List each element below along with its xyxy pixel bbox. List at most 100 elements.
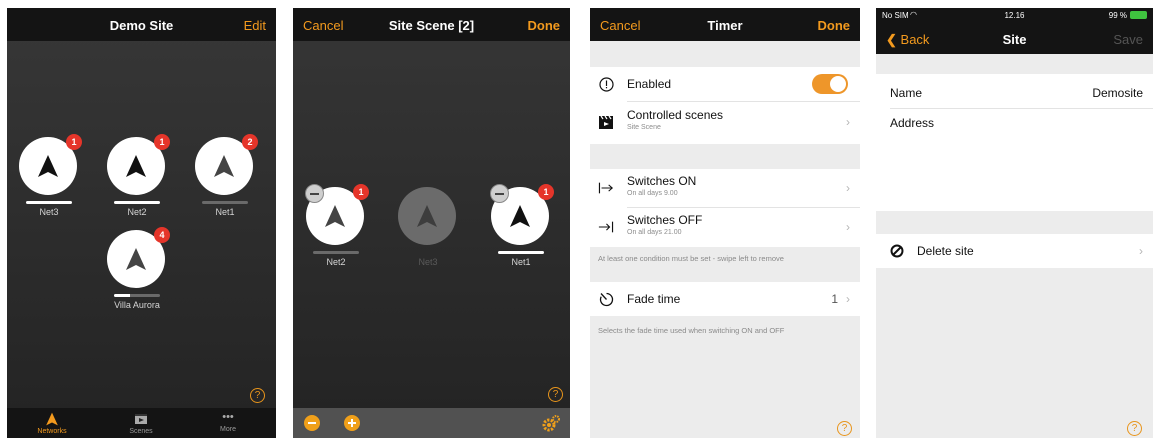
condition-note: At least one condition must be set - swi… xyxy=(598,254,784,263)
network-node-net3[interactable]: 1 Net3 xyxy=(19,134,82,227)
level-bar xyxy=(26,201,72,204)
scene-toolbar xyxy=(293,408,570,438)
badge-count: 1 xyxy=(66,134,82,150)
help-icon[interactable]: ? xyxy=(548,387,563,402)
tab-scenes[interactable]: Scenes xyxy=(111,412,171,435)
battery-text: 99 % xyxy=(1108,11,1127,20)
delete-site-row[interactable]: Delete site › xyxy=(876,234,1153,268)
remove-button[interactable] xyxy=(490,184,509,203)
timer-settings-group: Enabled Controlled scenes Site Scene › xyxy=(590,67,860,144)
page-title: Demo Site xyxy=(109,18,174,33)
scene-node-net2[interactable]: 1 Net2 xyxy=(305,184,369,277)
chevron-right-icon: › xyxy=(846,220,850,234)
network-circle[interactable] xyxy=(398,187,456,245)
level-bar xyxy=(114,294,160,297)
switches-on-row[interactable]: Switches ON On all days 9.00 › xyxy=(590,171,860,205)
network-icon xyxy=(46,412,58,426)
fade-time-value: 1 xyxy=(831,292,838,306)
network-node-net1[interactable]: 2 Net1 xyxy=(195,134,258,227)
badge-count: 2 xyxy=(242,134,258,150)
network-arrow-icon xyxy=(325,205,345,227)
level-bar xyxy=(114,201,160,204)
badge-count: 1 xyxy=(353,184,369,200)
site-scene-screen: Cancel Site Scene [2] Done 1 Net2 Net3 1… xyxy=(293,8,570,438)
tab-label: Scenes xyxy=(129,428,153,435)
decrease-button[interactable] xyxy=(304,415,320,431)
network-label: Net3 xyxy=(418,257,438,267)
fade-time-label: Fade time xyxy=(627,292,681,306)
network-arrow-icon xyxy=(510,205,530,227)
tab-label: More xyxy=(220,426,236,433)
site-networks-screen: Demo Site Edit 1 Net3 1 Net2 2 Net1 4 Vi… xyxy=(7,8,276,438)
badge-count: 1 xyxy=(154,134,170,150)
network-arrow-icon xyxy=(126,155,146,177)
network-node-net2[interactable]: 1 Net2 xyxy=(107,134,170,227)
network-node-villa-aurora[interactable]: 4 Villa Aurora xyxy=(107,227,170,320)
nav-bar: Demo Site Edit xyxy=(7,8,276,41)
address-row[interactable]: Address xyxy=(876,106,1153,140)
nav-bar: Cancel Timer Done xyxy=(590,8,860,41)
name-row[interactable]: Name Demosite xyxy=(876,76,1153,110)
help-icon[interactable]: ? xyxy=(837,421,852,436)
scene-icon xyxy=(598,114,614,130)
delete-group: Delete site › xyxy=(876,234,1153,268)
network-arrow-icon xyxy=(417,205,437,227)
more-icon: ••• xyxy=(222,411,234,423)
increase-button[interactable] xyxy=(344,415,360,431)
gear-icon[interactable] xyxy=(542,415,560,432)
help-icon[interactable]: ? xyxy=(1127,421,1142,436)
name-value[interactable]: Demosite xyxy=(1092,86,1143,100)
name-label: Name xyxy=(890,86,923,100)
network-label: Net1 xyxy=(511,257,531,267)
scene-node-net3[interactable]: Net3 xyxy=(398,187,458,277)
address-label: Address xyxy=(890,116,935,130)
fade-note: Selects the fade time used when switchin… xyxy=(598,326,785,335)
badge-count: 4 xyxy=(154,227,170,243)
switches-off-row[interactable]: Switches OFF On all days 21.00 › xyxy=(590,210,860,244)
nav-bar: No SIM ◠ 12.16 99 % ❮ Back Site Save xyxy=(876,8,1153,54)
switches-off-label: Switches OFF xyxy=(627,213,703,227)
network-label: Net2 xyxy=(127,207,147,217)
switches-off-schedule: On all days 21.00 xyxy=(627,229,682,236)
chevron-right-icon: › xyxy=(846,115,850,129)
remove-button[interactable] xyxy=(305,184,324,203)
network-arrow-icon xyxy=(214,155,234,177)
save-button[interactable]: Save xyxy=(1113,32,1143,47)
status-bar: No SIM ◠ 12.16 99 % xyxy=(876,8,1153,24)
scene-node-net1[interactable]: 1 Net1 xyxy=(490,184,554,277)
badge-count: 1 xyxy=(538,184,554,200)
tab-more[interactable]: ••• More xyxy=(198,411,258,434)
switch-off-icon xyxy=(598,219,614,235)
controlled-scenes-row[interactable]: Controlled scenes Site Scene › xyxy=(590,105,860,139)
tab-label: Networks xyxy=(37,428,67,435)
done-button[interactable]: Done xyxy=(818,18,851,33)
level-bar xyxy=(498,251,544,254)
enabled-row[interactable]: Enabled xyxy=(590,67,860,101)
switch-on-icon xyxy=(598,180,614,196)
help-icon[interactable]: ? xyxy=(250,388,265,403)
network-label: Net1 xyxy=(215,207,235,217)
tab-bar: Networks Scenes ••• More xyxy=(7,408,276,438)
info-icon xyxy=(598,76,614,92)
tab-networks[interactable]: Networks xyxy=(22,412,82,435)
fade-group: Fade time 1 › xyxy=(590,282,860,316)
chevron-right-icon: › xyxy=(846,181,850,195)
fade-time-row[interactable]: Fade time 1 › xyxy=(590,282,860,316)
page-title: Site xyxy=(1002,32,1027,47)
site-details-screen: No SIM ◠ 12.16 99 % ❮ Back Site Save Nam… xyxy=(876,8,1153,438)
controlled-scenes-value: Site Scene xyxy=(627,124,661,131)
prohibited-icon xyxy=(889,243,905,259)
controlled-scenes-label: Controlled scenes xyxy=(627,108,724,122)
network-arrow-icon xyxy=(126,248,146,270)
edit-button[interactable]: Edit xyxy=(244,18,266,33)
enabled-toggle[interactable] xyxy=(812,74,848,94)
timer-icon xyxy=(598,291,614,307)
level-bar xyxy=(202,201,248,204)
delete-site-label: Delete site xyxy=(917,244,974,258)
switch-conditions-group: Switches ON On all days 9.00 › Switches … xyxy=(590,169,860,247)
done-button[interactable]: Done xyxy=(528,18,561,33)
enabled-label: Enabled xyxy=(627,77,672,91)
timer-screen: Cancel Timer Done Enabled Controlled sce… xyxy=(590,8,860,438)
network-label: Net3 xyxy=(39,207,59,217)
chevron-right-icon: › xyxy=(1139,244,1143,258)
